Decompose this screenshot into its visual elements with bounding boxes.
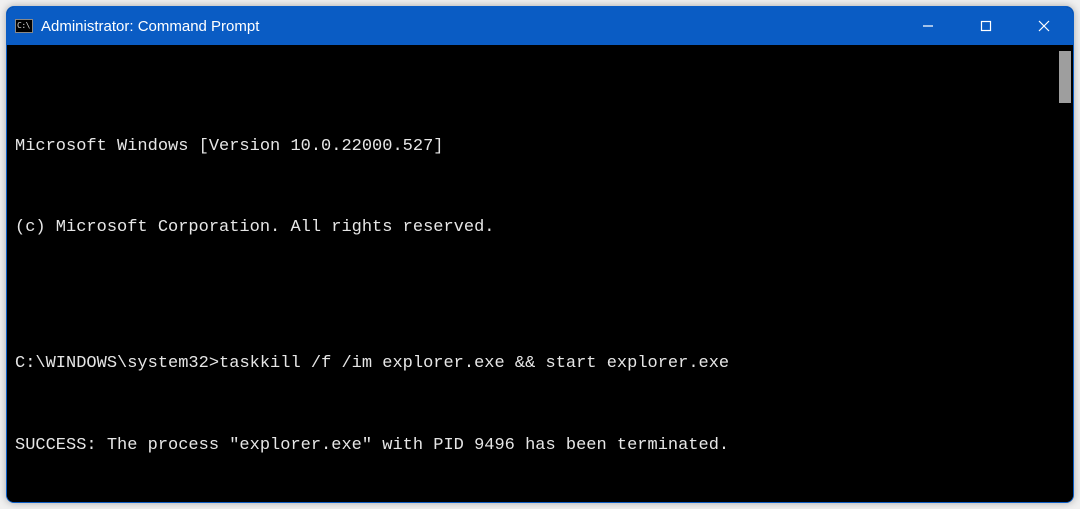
command-text: taskkill /f /im explorer.exe && start ex… — [219, 354, 729, 373]
window-title: Administrator: Command Prompt — [41, 18, 259, 35]
terminal-output[interactable]: Microsoft Windows [Version 10.0.22000.52… — [7, 45, 1073, 502]
maximize-icon — [980, 20, 992, 32]
terminal-line: C:\WINDOWS\system32>taskkill /f /im expl… — [15, 350, 1063, 377]
close-icon — [1038, 20, 1050, 32]
window-controls — [899, 7, 1073, 45]
minimize-icon — [922, 20, 934, 32]
terminal-line: (c) Microsoft Corporation. All rights re… — [15, 214, 1063, 241]
cmd-icon: C:\ — [15, 17, 33, 35]
terminal-line: SUCCESS: The process "explorer.exe" with… — [15, 432, 1063, 459]
close-button[interactable] — [1015, 7, 1073, 45]
command-prompt-window: C:\ Administrator: Command Prompt — [6, 6, 1074, 503]
terminal-line: Microsoft Windows [Version 10.0.22000.52… — [15, 133, 1063, 160]
title-bar[interactable]: C:\ Administrator: Command Prompt — [7, 7, 1073, 45]
scrollbar-thumb[interactable] — [1059, 51, 1071, 103]
minimize-button[interactable] — [899, 7, 957, 45]
maximize-button[interactable] — [957, 7, 1015, 45]
prompt-path: C:\WINDOWS\system32> — [15, 354, 219, 373]
